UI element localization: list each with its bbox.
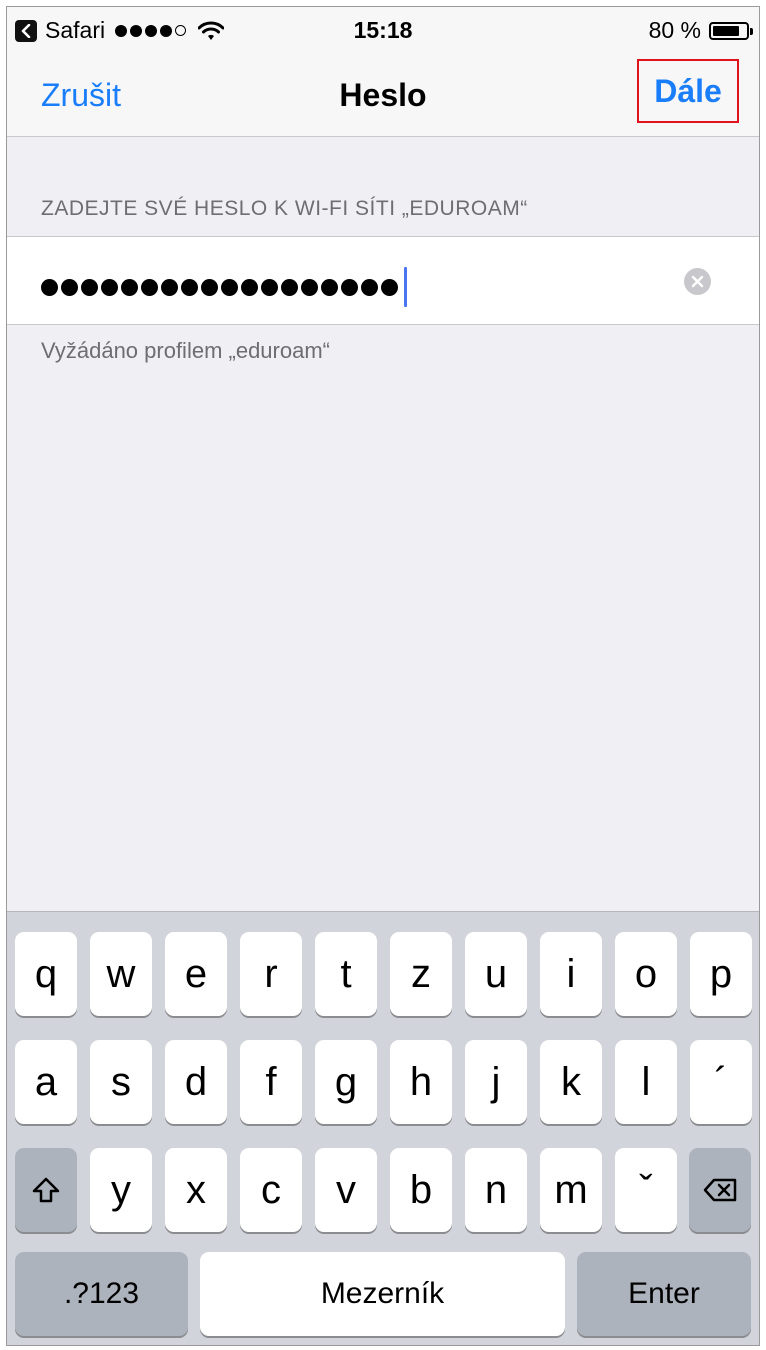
navigation-bar: Zrušit Heslo Dále — [7, 47, 759, 137]
key-k[interactable]: k — [540, 1040, 602, 1124]
key-u[interactable]: u — [465, 932, 527, 1016]
password-field[interactable] — [7, 236, 759, 325]
key-accent[interactable]: ˇ — [615, 1148, 677, 1232]
key-i[interactable]: i — [540, 932, 602, 1016]
password-dot — [181, 278, 198, 296]
space-key[interactable]: Mezerník — [200, 1252, 565, 1336]
battery-percent: 80 % — [648, 17, 701, 43]
keyboard: qwertzuiop a s d f g h j k l ´ yxcvbnmˇ .?123 Mez… — [7, 911, 759, 1345]
backspace-key[interactable] — [689, 1148, 751, 1232]
backspace-icon — [703, 1178, 737, 1202]
key-j[interactable]: j — [465, 1040, 527, 1124]
key-n[interactable]: n — [465, 1148, 527, 1232]
password-dot — [161, 278, 178, 296]
shift-key[interactable] — [15, 1148, 77, 1232]
password-dot — [61, 278, 78, 296]
key-g[interactable]: g — [315, 1040, 377, 1124]
key-accent[interactable]: ´ — [690, 1040, 752, 1124]
password-input[interactable] — [41, 267, 407, 307]
key-h[interactable]: h — [390, 1040, 452, 1124]
password-section-footer: Vyžádáno profilem „eduroam“ — [41, 338, 330, 363]
password-dot — [241, 278, 258, 296]
password-dot — [261, 278, 278, 296]
password-section-header: ZADEJTE SVÉ HESLO K WI-FI SÍTI „EDUROAM“ — [41, 197, 528, 220]
enter-key[interactable]: Enter — [577, 1252, 751, 1336]
key-o[interactable]: o — [615, 932, 677, 1016]
key-l[interactable]: l — [615, 1040, 677, 1124]
next-button[interactable]: Dále — [637, 59, 739, 123]
text-caret — [404, 267, 407, 307]
clear-icon[interactable] — [684, 268, 711, 295]
status-bar: Safari 15:18 80 % — [7, 7, 759, 47]
key-a[interactable]: a — [15, 1040, 77, 1124]
password-dot — [81, 278, 98, 296]
password-dot — [301, 278, 318, 296]
password-dot — [41, 278, 58, 296]
shift-icon — [32, 1177, 60, 1203]
password-dot — [221, 278, 238, 296]
password-dot — [121, 278, 138, 296]
battery-icon — [709, 21, 753, 40]
status-time: 15:18 — [353, 17, 413, 43]
key-b[interactable]: b — [390, 1148, 452, 1232]
key-c[interactable]: c — [240, 1148, 302, 1232]
key-v[interactable]: v — [315, 1148, 377, 1232]
key-p[interactable]: p — [690, 932, 752, 1016]
password-dot — [201, 278, 218, 296]
key-q[interactable]: q — [15, 932, 77, 1016]
key-r[interactable]: r — [240, 932, 302, 1016]
key-w[interactable]: w — [90, 932, 152, 1016]
key-e[interactable]: e — [165, 932, 227, 1016]
password-dot — [361, 278, 378, 296]
key-d[interactable]: d — [165, 1040, 227, 1124]
password-dot — [141, 278, 158, 296]
key-s[interactable]: s — [90, 1040, 152, 1124]
phone-screen: Safari 15:18 80 % Zrušit Heslo Dále ZADE… — [6, 6, 760, 1346]
key-f[interactable]: f — [240, 1040, 302, 1124]
key-m[interactable]: m — [540, 1148, 602, 1232]
numbers-key[interactable]: .?123 — [15, 1252, 188, 1336]
password-dot — [341, 278, 358, 296]
key-y[interactable]: y — [90, 1148, 152, 1232]
key-x[interactable]: x — [165, 1148, 227, 1232]
key-z[interactable]: z — [390, 932, 452, 1016]
password-dot — [101, 278, 118, 296]
password-dot — [321, 278, 338, 296]
password-dot — [281, 278, 298, 296]
key-t[interactable]: t — [315, 932, 377, 1016]
password-dot — [381, 278, 398, 296]
